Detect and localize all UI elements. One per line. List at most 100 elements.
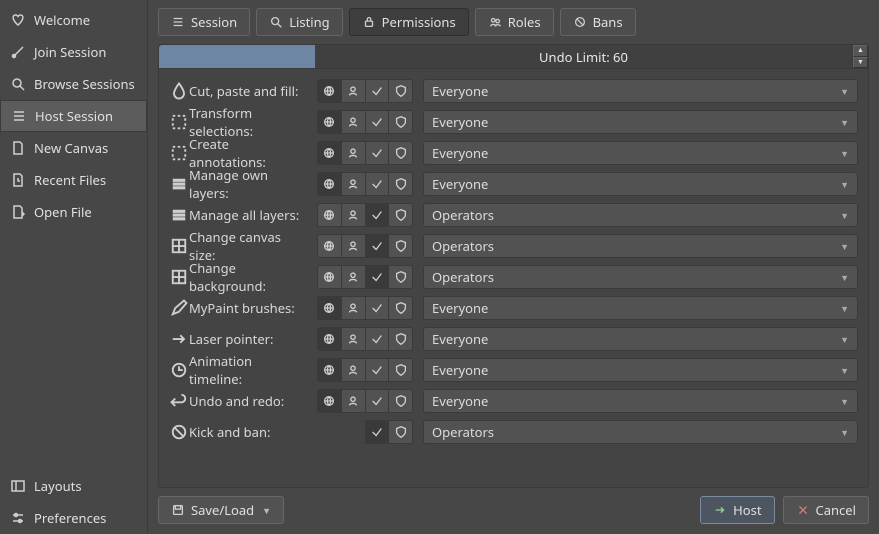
tier-user-button[interactable] [341, 358, 366, 382]
perm-dropdown[interactable]: Operators▼ [423, 203, 858, 227]
chevron-down-icon: ▼ [840, 85, 849, 98]
perm-row: Manage own layers:Everyone▼ [169, 172, 858, 196]
saveload-button[interactable]: Save/Load ▼ [158, 496, 284, 524]
perm-dropdown-value: Everyone [432, 330, 840, 348]
tier-shield-button[interactable] [388, 172, 413, 196]
spinner-down[interactable]: ▼ [853, 57, 868, 69]
fill-icon [169, 81, 189, 101]
cancel-label: Cancel [816, 501, 856, 519]
tier-globe-button[interactable] [317, 203, 342, 227]
sidebar-item-layouts[interactable]: Layouts [0, 470, 147, 502]
tier-check-button[interactable] [365, 420, 390, 444]
tier-check-button[interactable] [365, 358, 390, 382]
perm-label: MyPaint brushes: [189, 299, 307, 317]
undo-limit-spinner[interactable]: ▲ ▼ [852, 45, 868, 68]
tier-user-button[interactable] [341, 389, 366, 413]
tier-shield-button[interactable] [388, 203, 413, 227]
tier-shield-button[interactable] [388, 141, 413, 165]
sidebar-item-open-file[interactable]: Open File [0, 196, 147, 228]
perm-dropdown[interactable]: Everyone▼ [423, 358, 858, 382]
sidebar-item-recent-files[interactable]: Recent Files [0, 164, 147, 196]
tier-user-button[interactable] [341, 141, 366, 165]
tier-shield-button[interactable] [388, 265, 413, 289]
perm-dropdown[interactable]: Everyone▼ [423, 327, 858, 351]
tier-user-button[interactable] [341, 265, 366, 289]
perm-dropdown[interactable]: Operators▼ [423, 234, 858, 258]
tier-check-button[interactable] [365, 327, 390, 351]
tier-globe-button[interactable] [317, 358, 342, 382]
sidebar-item-welcome[interactable]: Welcome [0, 4, 147, 36]
tier-check-button[interactable] [365, 141, 390, 165]
tier-shield-button[interactable] [388, 79, 413, 103]
tier-check-button[interactable] [365, 79, 390, 103]
tab-label: Roles [508, 13, 541, 31]
tier-shield-button[interactable] [388, 110, 413, 134]
perm-dropdown[interactable]: Everyone▼ [423, 172, 858, 196]
tier-globe-button[interactable] [317, 265, 342, 289]
cancel-button[interactable]: Cancel [783, 496, 869, 524]
sidebar-item-new-canvas[interactable]: New Canvas [0, 132, 147, 164]
perm-dropdown-value: Everyone [432, 299, 840, 317]
tier-globe-button[interactable] [317, 327, 342, 351]
chevron-down-icon: ▼ [840, 240, 849, 253]
tier-globe-button[interactable] [317, 110, 342, 134]
alllayers-icon [169, 205, 189, 225]
tier-check-button[interactable] [365, 172, 390, 196]
tier-user-button[interactable] [341, 110, 366, 134]
sidebar-item-join-session[interactable]: Join Session [0, 36, 147, 68]
tier-check-button[interactable] [365, 203, 390, 227]
tier-globe-button[interactable] [317, 389, 342, 413]
tier-user-button[interactable] [341, 203, 366, 227]
tier-shield-button[interactable] [388, 296, 413, 320]
tier-check-button[interactable] [365, 389, 390, 413]
tier-user-button[interactable] [341, 296, 366, 320]
tab-roles[interactable]: Roles [475, 8, 554, 36]
footer: Save/Load ▼ Host Cancel [158, 496, 869, 524]
sidebar-item-browse-sessions[interactable]: Browse Sessions [0, 68, 147, 100]
sidebar-item-label: Join Session [34, 43, 106, 61]
spinner-up[interactable]: ▲ [853, 45, 868, 57]
tier-shield-button[interactable] [388, 327, 413, 351]
perm-row: Manage all layers:Operators▼ [169, 203, 858, 227]
sidebar-item-preferences[interactable]: Preferences [0, 502, 147, 534]
perm-dropdown[interactable]: Everyone▼ [423, 110, 858, 134]
tier-user-button[interactable] [341, 172, 366, 196]
laser-icon [169, 329, 189, 349]
sidebar-item-host-session[interactable]: Host Session [0, 100, 147, 132]
tier-shield-button[interactable] [388, 234, 413, 258]
tier-globe-button[interactable] [317, 141, 342, 165]
perm-dropdown[interactable]: Operators▼ [423, 265, 858, 289]
tier-user-button[interactable] [341, 79, 366, 103]
host-button[interactable]: Host [700, 496, 774, 524]
undo-limit-row[interactable]: Undo Limit: 60 ▲ ▼ [159, 45, 868, 69]
tier-check-button[interactable] [365, 234, 390, 258]
tier-user-button[interactable] [341, 234, 366, 258]
perm-dropdown[interactable]: Everyone▼ [423, 296, 858, 320]
perm-dropdown[interactable]: Everyone▼ [423, 141, 858, 165]
tab-bans[interactable]: Bans [560, 8, 636, 36]
search-icon [10, 76, 26, 92]
tier-user-button[interactable] [341, 327, 366, 351]
tier-check-button[interactable] [365, 296, 390, 320]
tier-check-button[interactable] [365, 110, 390, 134]
tier-shield-button[interactable] [388, 358, 413, 382]
tier-globe-button[interactable] [317, 296, 342, 320]
tab-listing[interactable]: Listing [256, 8, 342, 36]
kick-icon [169, 422, 189, 442]
tab-session[interactable]: Session [158, 8, 250, 36]
tier-globe-button[interactable] [317, 172, 342, 196]
sidebar-item-label: Preferences [34, 509, 106, 527]
perm-dropdown[interactable]: Everyone▼ [423, 79, 858, 103]
tier-shield-button[interactable] [388, 389, 413, 413]
tab-permissions[interactable]: Permissions [349, 8, 469, 36]
perm-tier-selector [317, 203, 413, 227]
perm-dropdown-value: Everyone [432, 113, 840, 131]
tier-check-button[interactable] [365, 265, 390, 289]
perm-tier-selector [317, 420, 413, 444]
tier-globe-button[interactable] [317, 234, 342, 258]
perm-dropdown[interactable]: Everyone▼ [423, 389, 858, 413]
perm-dropdown[interactable]: Operators▼ [423, 420, 858, 444]
tier-globe-button[interactable] [317, 79, 342, 103]
tier-shield-button[interactable] [388, 420, 413, 444]
page-icon [10, 140, 26, 156]
